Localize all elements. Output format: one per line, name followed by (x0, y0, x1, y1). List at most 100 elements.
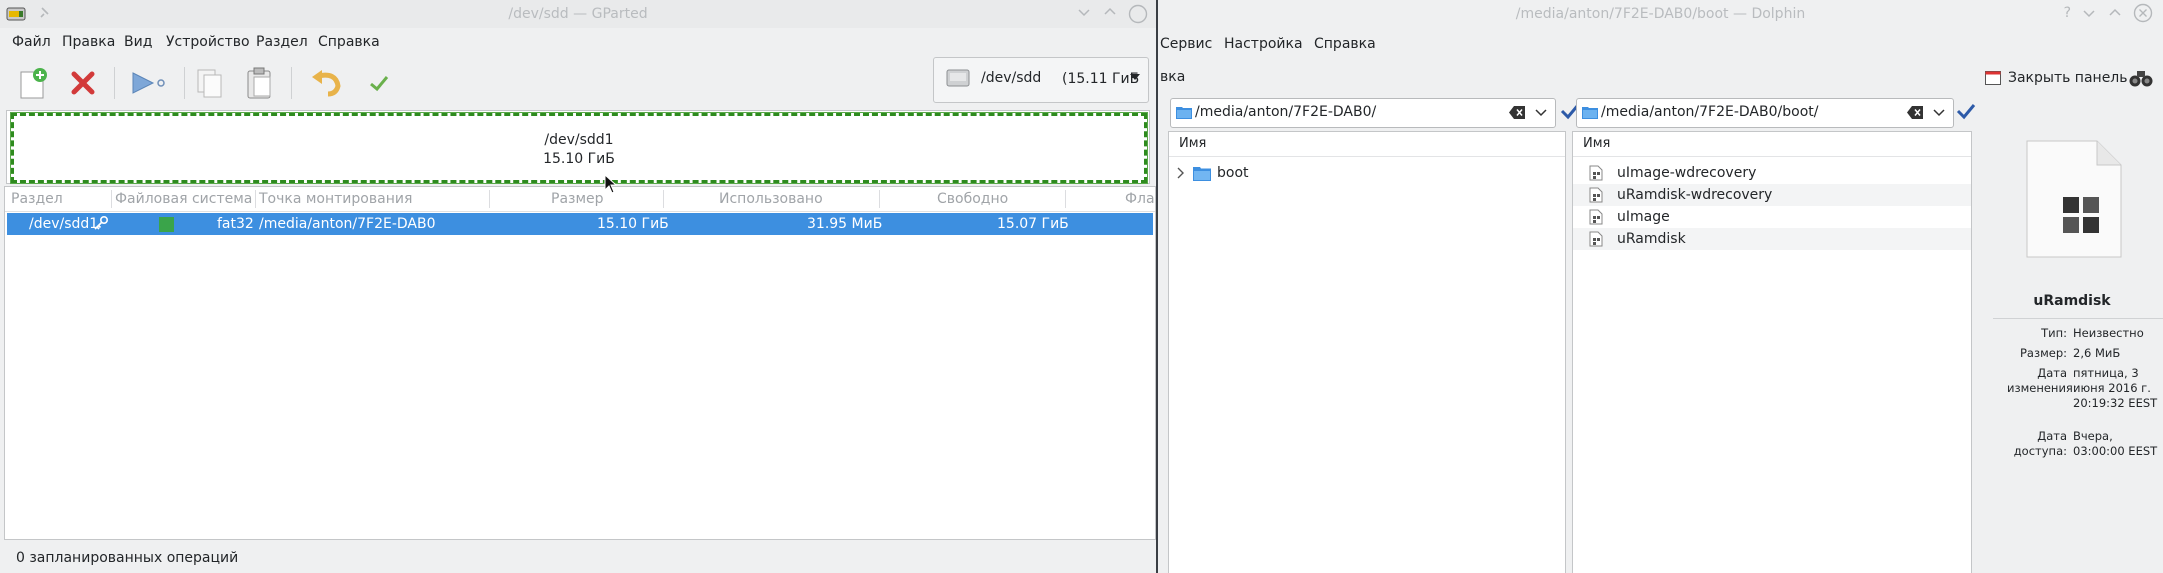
copy-icon (197, 69, 222, 98)
column-size[interactable]: Размер (551, 191, 604, 207)
close-panel-label: Закрыть панель (2008, 70, 2128, 86)
cell-size: 15.10 ГиБ (597, 216, 669, 232)
delete-partition-button[interactable] (63, 63, 103, 103)
file-name: uImage (1617, 209, 1670, 225)
close-panel-button[interactable]: Закрыть панель (1984, 66, 2128, 90)
clear-text-icon[interactable] (1509, 106, 1525, 119)
clear-text-icon[interactable] (1907, 106, 1923, 119)
column-name[interactable]: Имя (1583, 136, 1610, 151)
toolbar-partial-label[interactable]: вка (1160, 69, 1185, 85)
close-icon[interactable] (1128, 4, 1148, 24)
minimize-icon[interactable] (2081, 5, 2097, 21)
window-buttons: ? (2064, 3, 2153, 23)
confirm-location-icon[interactable] (1956, 102, 1976, 120)
menu-tools[interactable]: Сервис (1160, 36, 1212, 52)
chevron-right-icon[interactable] (1177, 167, 1185, 179)
window-buttons (1076, 4, 1148, 24)
chevron-down-icon[interactable] (1933, 109, 1945, 117)
cell-used: 31.95 МиБ (807, 216, 883, 232)
column-mountpoint[interactable]: Точка монтирования (259, 191, 412, 207)
unknown-file-icon (1589, 187, 1603, 203)
mouse-cursor-icon (604, 174, 618, 194)
column-filesystem[interactable]: Файловая система (115, 191, 252, 207)
list-item[interactable]: uImage (1573, 206, 1971, 228)
left-file-pane[interactable]: Имя boot (1168, 131, 1566, 573)
column-used[interactable]: Использовано (719, 191, 823, 207)
file-preview-icon (2023, 139, 2123, 259)
info-type-label: Тип: (2041, 326, 2067, 340)
file-name: uRamdisk-wdrecovery (1617, 187, 1773, 203)
disk-map: /dev/sdd1 15.10 ГиБ (6, 110, 1150, 184)
info-modified-label: Дата изменения: (2007, 366, 2077, 395)
list-item[interactable]: boot (1169, 162, 1565, 184)
list-item[interactable]: uRamdisk (1573, 228, 1971, 250)
cell-filesystem: fat32 (217, 216, 254, 232)
menubar: Файл Правка Вид Устройство Раздел Справк… (0, 28, 1156, 56)
file-name: uRamdisk (1617, 231, 1686, 247)
menu-partition[interactable]: Раздел (256, 34, 308, 50)
menu-help[interactable]: Справка (1314, 36, 1376, 52)
new-partition-button[interactable] (13, 63, 53, 103)
maximize-icon[interactable] (2107, 5, 2123, 21)
table-row[interactable]: /dev/sdd1 fat32 /media/anton/7F2E-DAB0 1… (7, 213, 1153, 235)
delete-icon (71, 71, 95, 95)
info-file-name: uRamdisk (2033, 293, 2111, 309)
info-divider (1993, 318, 2163, 319)
help-icon[interactable]: ? (2064, 5, 2071, 21)
gparted-titlebar[interactable]: /dev/sdd — GParted (0, 0, 1156, 28)
key-icon (93, 215, 109, 231)
menu-device[interactable]: Устройство (166, 34, 250, 50)
list-item[interactable]: uRamdisk-wdrecovery (1573, 184, 1971, 206)
device-name: /dev/sdd (981, 70, 1042, 86)
cell-free: 15.07 ГиБ (997, 216, 1069, 232)
right-location-bar[interactable]: /media/anton/7F2E-DAB0/boot/ (1576, 98, 1954, 128)
left-pane-header[interactable]: Имя (1169, 132, 1565, 157)
apply-button[interactable] (359, 63, 399, 103)
column-free[interactable]: Свободно (937, 191, 1008, 207)
partition-block-name: /dev/sdd1 (544, 132, 614, 148)
menu-help[interactable]: Справка (318, 34, 380, 50)
info-size-label: Размер: (2019, 346, 2067, 360)
partition-block-size: 15.10 ГиБ (543, 151, 615, 167)
info-accessed-value: Вчера, 03:00:00 EEST (2073, 429, 2158, 458)
paste-button[interactable] (240, 63, 280, 103)
right-pane-header[interactable]: Имя (1573, 132, 1971, 157)
folder-icon (1176, 105, 1192, 119)
dropdown-arrow-icon (1130, 74, 1140, 80)
close-icon[interactable] (2133, 3, 2153, 23)
left-location-bar[interactable]: /media/anton/7F2E-DAB0/ (1170, 98, 1556, 128)
unknown-file-icon (1589, 209, 1603, 225)
partition-block[interactable]: /dev/sdd1 15.10 ГиБ (10, 112, 1148, 184)
undo-icon (312, 70, 341, 97)
gparted-window: /dev/sdd — GParted Файл Правка Вид Устро… (0, 0, 1156, 573)
device-size: (15.11 ГиБ (1062, 71, 1140, 87)
table-header: Раздел Файловая система Точка монтирован… (5, 187, 1155, 212)
menu-edit[interactable]: Правка (62, 34, 115, 50)
list-item[interactable]: uImage-wdrecovery (1573, 162, 1971, 184)
minimize-icon[interactable] (1076, 4, 1092, 24)
copy-button[interactable] (190, 63, 230, 103)
undo-button[interactable] (307, 63, 347, 103)
resize-move-icon (132, 72, 165, 94)
right-file-pane[interactable]: Имя uImage-wdrecovery uRamdisk-wdrecover… (1572, 131, 1972, 573)
column-flags[interactable]: Фла (1125, 191, 1155, 207)
panel-icon (1985, 71, 2001, 85)
unknown-file-icon (1589, 231, 1603, 247)
chevron-down-icon[interactable] (1535, 109, 1547, 117)
resize-move-button[interactable] (126, 63, 172, 103)
drive-icon (946, 67, 970, 89)
info-type-value: Неизвестно (2073, 326, 2144, 340)
device-selector[interactable]: /dev/sdd (15.11 ГиБ (933, 57, 1149, 103)
binoculars-icon[interactable] (2128, 68, 2154, 88)
maximize-icon[interactable] (1102, 4, 1118, 24)
column-name[interactable]: Имя (1179, 136, 1206, 151)
menu-file[interactable]: Файл (12, 34, 51, 50)
menu-view[interactable]: Вид (124, 34, 152, 50)
folder-icon (1582, 105, 1598, 119)
filesystem-color-swatch (159, 217, 174, 232)
column-partition[interactable]: Раздел (11, 191, 63, 207)
window-title: /media/anton/7F2E-DAB0/boot — Dolphin (1515, 6, 1806, 22)
menu-settings[interactable]: Настройка (1224, 36, 1303, 52)
check-icon (370, 76, 389, 92)
new-partition-icon (20, 68, 47, 99)
